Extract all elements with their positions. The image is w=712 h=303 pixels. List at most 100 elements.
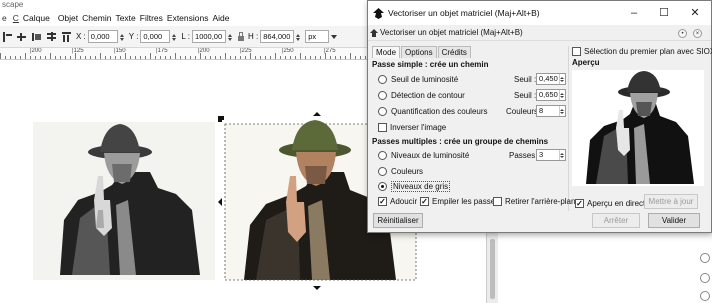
ruler-label: |275 (324, 48, 336, 54)
stack-checkbox-box[interactable]: ✓ (420, 197, 429, 206)
ruler-tick (240, 56, 241, 59)
ruler-tick (255, 56, 256, 59)
unit-select[interactable]: px (305, 30, 330, 43)
ruler-tick (120, 56, 121, 59)
ruler-tick (30, 56, 31, 59)
siox-checkbox[interactable]: Sélection du premier plan avec SIOX (572, 45, 712, 58)
colors-count-field[interactable]: 8 (536, 105, 566, 117)
radio-quantization-indicator[interactable] (378, 107, 387, 116)
zoom-drawing-icon[interactable] (700, 291, 710, 301)
x-label: X : (76, 32, 86, 41)
trace-bitmap-dialog: Vectoriser un objet matriciel (Maj+Alt+B… (367, 0, 712, 233)
panel-divider (568, 46, 569, 211)
ruler-tick (320, 56, 321, 59)
preview-header: Aperçu (572, 58, 600, 67)
radio-edge-indicator[interactable] (378, 91, 387, 100)
y-spinner[interactable] (171, 30, 177, 43)
radio-color-quantization[interactable]: Quantification des couleurs (378, 105, 488, 118)
panel-close-icon[interactable]: × (693, 29, 702, 38)
unit-dropdown-chevron-icon[interactable] (331, 34, 338, 39)
invert-checkbox-box[interactable] (378, 123, 387, 132)
edge-threshold-field[interactable]: 0,650 (536, 89, 566, 101)
vertical-scrollbar[interactable] (486, 233, 498, 303)
height-field[interactable]: 864,000 (260, 30, 295, 43)
live-preview-checkbox[interactable]: ✓ Aperçu en direct (575, 197, 645, 210)
dialog-title: Vectoriser un objet matriciel (Maj+Alt+B… (388, 8, 540, 18)
radio-edge-detection[interactable]: Détection de contour (378, 89, 465, 102)
brightness-threshold-field[interactable]: 0,450 (536, 73, 566, 85)
scans-count-field[interactable]: 3 (536, 149, 566, 161)
radio-grays-indicator[interactable] (378, 182, 387, 191)
invert-image-checkbox[interactable]: Inverser l'image (378, 121, 446, 134)
maximize-button[interactable]: ☐ (650, 1, 678, 25)
menu-item-extensions[interactable]: Extensions (167, 13, 209, 23)
menu-item-chemin[interactable]: Chemin (82, 13, 111, 23)
stack-scans-checkbox[interactable]: ✓ Empiler les passes (420, 195, 499, 208)
radio-brightness-steps-indicator[interactable] (378, 151, 387, 160)
lower-icon[interactable] (31, 31, 42, 42)
ok-button[interactable]: Valider (648, 213, 700, 228)
ruler-tick (40, 56, 41, 59)
panel-dock-icon[interactable]: • (678, 29, 687, 38)
ruler-tick (185, 56, 186, 59)
scrollbar-thumb[interactable] (490, 239, 495, 299)
width-spinner[interactable] (227, 30, 233, 43)
ruler-tick (340, 56, 341, 59)
menu-item-aide[interactable]: Aide (213, 13, 230, 23)
tab-mode[interactable]: Mode (372, 46, 401, 58)
lock-icon[interactable] (237, 31, 245, 42)
ruler-tick (145, 56, 146, 59)
zoom-icon[interactable] (700, 253, 710, 263)
remove-background-checkbox[interactable]: Retirer l'arrière-plan (493, 195, 575, 208)
ruler-tick (210, 56, 211, 59)
menu-item-edition[interactable]: e (2, 13, 7, 23)
live-preview-checkbox-box[interactable]: ✓ (575, 199, 584, 208)
ruler-tick (260, 56, 261, 59)
panel-title: Vectoriser un objet matriciel (Maj+Alt+B… (380, 28, 523, 37)
y-field[interactable]: 0,000 (140, 30, 171, 43)
menu-item-objet[interactable]: Objet (58, 13, 78, 23)
ruler-tick (160, 56, 161, 59)
reset-button[interactable]: Réinitialiser (373, 213, 423, 228)
radio-brightness-steps[interactable]: Niveaux de luminosité (378, 149, 469, 162)
tab-options[interactable]: Options (401, 46, 437, 58)
siox-checkbox-box[interactable] (572, 47, 581, 56)
ruler-tick (180, 56, 181, 59)
zoom-selection-icon[interactable] (700, 273, 710, 283)
minimize-button[interactable]: – (620, 1, 648, 25)
radio-brightness-indicator[interactable] (378, 75, 387, 84)
radio-grays[interactable]: Niveaux de gris (378, 180, 451, 193)
update-button[interactable]: Mettre à jour (644, 194, 698, 209)
close-button[interactable]: ✕ (681, 1, 709, 25)
menu-item-filtres[interactable]: Filtres (140, 13, 163, 23)
ruler-tick (215, 56, 216, 59)
dialog-titlebar[interactable]: Vectoriser un objet matriciel (Maj+Alt+B… (368, 1, 711, 25)
ruler-tick (355, 56, 356, 59)
x-field[interactable]: 0,000 (87, 30, 118, 43)
menu-item-calque[interactable]: C Calque (11, 13, 54, 23)
width-field[interactable]: 1000,00 (192, 30, 227, 43)
smooth-label: Adoucir (390, 197, 418, 206)
smooth-checkbox-box[interactable]: ✓ (378, 197, 387, 206)
ruler-tick (280, 56, 281, 59)
radio-brightness-cutoff[interactable]: Seuil de luminosité (378, 73, 458, 86)
smooth-checkbox[interactable]: ✓ Adoucir (378, 195, 417, 208)
menu-item-texte[interactable]: Texte (115, 13, 135, 23)
raise-to-top-icon[interactable] (1, 31, 12, 42)
x-spinner[interactable] (119, 30, 125, 43)
ruler-tick (115, 56, 116, 59)
radio-colors[interactable]: Couleurs (378, 165, 423, 178)
lower-to-bottom-icon[interactable] (46, 31, 57, 42)
ruler-tick (335, 56, 336, 59)
ruler-tick (0, 53, 1, 59)
remove-bg-checkbox-box[interactable] (493, 197, 502, 206)
stop-button[interactable]: Arrêter (592, 213, 640, 228)
ruler-tick (95, 56, 96, 59)
align-icon[interactable] (61, 31, 72, 42)
raise-icon[interactable] (16, 31, 27, 42)
radio-colors-indicator[interactable] (378, 167, 387, 176)
tab-credits[interactable]: Crédits (437, 46, 471, 58)
side-panel-area (488, 233, 712, 303)
ruler-tick (275, 53, 276, 59)
height-spinner[interactable] (295, 30, 301, 43)
